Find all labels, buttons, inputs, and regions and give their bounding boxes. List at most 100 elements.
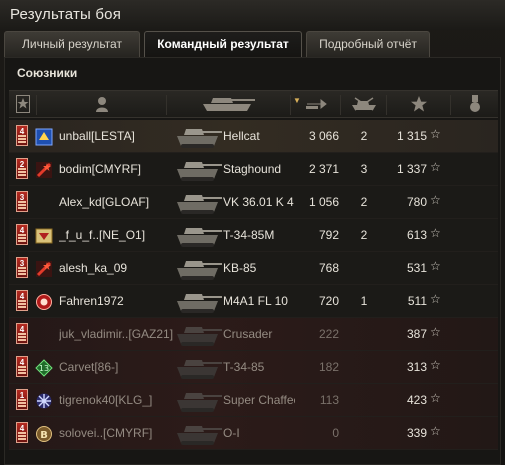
table-row[interactable]: 1 tigrenok40[KLG_] Super Chaffee 113 423 ☆: [9, 384, 498, 417]
green-13-emblem-icon: 13: [35, 359, 53, 377]
rank-stripe: [18, 207, 26, 209]
table-row[interactable]: 4 _f_u_f..[NE_O1] T-34-85M 792 2 613 ☆: [9, 219, 498, 252]
xp-star-icon: ☆: [430, 160, 441, 174]
lesta-emblem-icon: [35, 128, 53, 146]
tab-team-result[interactable]: Командный результат: [144, 31, 302, 57]
table-header: ▼: [9, 90, 498, 118]
column-vehicle[interactable]: [167, 95, 291, 115]
damage-value: 0: [332, 426, 339, 440]
player-name[interactable]: _f_u_f..[NE_O1]: [59, 228, 177, 242]
table-row[interactable]: 4 juk_vladimir..[GAZ21] Crusader 222 387 ☆: [9, 318, 498, 351]
tank-silhouette-icon: [174, 421, 224, 448]
rank-badge-icon: 4: [16, 323, 28, 344]
allies-title: Союзники: [17, 66, 78, 80]
rank-stripe: [18, 135, 26, 137]
red-star-emblem-icon: [35, 161, 53, 179]
player-name[interactable]: tigrenok40[KLG_]: [59, 393, 177, 407]
rank-badge-icon: 4: [16, 125, 28, 146]
player-name[interactable]: Carvet[86-]: [59, 360, 177, 374]
medal-icon: [469, 95, 480, 112]
tank-silhouette-icon: [174, 124, 224, 151]
tank-silhouette-icon: [174, 223, 224, 250]
vehicle-name: Hellcat: [223, 129, 260, 143]
rank-stripe: [18, 405, 26, 407]
column-kills[interactable]: [341, 95, 387, 115]
damage-value: 113: [319, 393, 339, 407]
rank-stripe: [18, 399, 26, 401]
xp-value: 613: [406, 228, 427, 242]
red-star-emblem-icon: [35, 260, 53, 278]
player-name[interactable]: solovei..[CMYRF]: [59, 426, 177, 440]
bronze-b-emblem-icon: B: [35, 425, 53, 443]
rank-stripe: [18, 141, 26, 143]
rank-stripe: [18, 336, 26, 338]
rank-stripe: [18, 369, 26, 371]
rank-stripe: [18, 402, 26, 404]
rank-stripe: [18, 201, 26, 203]
vehicle-name: T-34-85M: [223, 228, 275, 242]
table-row[interactable]: 4 Bsolovei..[CMYRF] O-I 0 339 ☆: [9, 417, 498, 450]
player-name[interactable]: Alex_kd[GLOAF]: [59, 195, 177, 209]
gerb-emblem-icon: [35, 227, 53, 245]
kills-value: 1: [360, 294, 368, 308]
xp-star-icon: ☆: [430, 259, 441, 273]
rank-badge-icon: 1: [16, 389, 28, 410]
clan-emblem-empty: [35, 326, 53, 344]
xp-star-icon: ☆: [430, 325, 441, 339]
player-name[interactable]: alesh_ka_09: [59, 261, 177, 275]
xp-value: 531: [406, 261, 427, 275]
player-name[interactable]: juk_vladimir..[GAZ21]: [59, 327, 177, 341]
xp-value: 780: [406, 195, 427, 209]
vehicle-name: Crusader: [223, 327, 273, 341]
damage-shell-icon: [305, 98, 327, 110]
rank-star-icon: [15, 95, 30, 113]
tab-detailed-report[interactable]: Подробный отчёт: [306, 31, 430, 57]
sort-desc-icon: ▼: [293, 96, 301, 105]
rank-stripe: [18, 372, 26, 374]
tank-silhouette-icon: [174, 355, 224, 382]
xp-star-icon: ☆: [430, 358, 441, 372]
destroyed-tank-icon: [351, 97, 376, 111]
column-medal[interactable]: [451, 95, 498, 115]
rank-stripe: [18, 273, 26, 275]
rank-stripe: [18, 237, 26, 239]
tank-silhouette-icon: [174, 157, 224, 184]
damage-value: 182: [318, 360, 339, 374]
tab-personal-result[interactable]: Личный результат: [4, 31, 140, 57]
tank-silhouette-icon: [174, 322, 224, 349]
xp-value: 387: [406, 327, 427, 341]
column-rank[interactable]: [9, 95, 37, 115]
column-damage[interactable]: ▼: [291, 95, 341, 115]
player-silhouette-icon: [95, 97, 108, 112]
damage-value: 768: [318, 261, 339, 275]
table-row[interactable]: 4 unball[LESTA] Hellcat 3 066 2 1 315 ☆: [9, 120, 498, 153]
table-row[interactable]: 2 bodim[CMYRF] Staghound 2 371 3 1 337 ☆: [9, 153, 498, 186]
rank-badge-icon: 3: [16, 191, 28, 212]
rank-stripe: [18, 138, 26, 140]
xp-value: 511: [407, 294, 427, 308]
tank-silhouette-icon: [174, 289, 224, 316]
tank-silhouette-icon: [174, 190, 224, 217]
player-name[interactable]: Fahren1972: [59, 294, 177, 308]
damage-value: 720: [318, 294, 339, 308]
column-player[interactable]: [37, 95, 167, 115]
rank-stripe: [18, 204, 26, 206]
vehicle-name: VK 36.01 K 4: [223, 195, 294, 209]
vehicle-name: M4A1 FL 10: [223, 294, 288, 308]
table-row[interactable]: 4 13 Carvet[86-] T-34-85 182 313 ☆: [9, 351, 498, 384]
rank-stripe: [18, 339, 26, 341]
player-name[interactable]: bodim[CMYRF]: [59, 162, 177, 176]
table-row[interactable]: 3 Alex_kd[GLOAF] VK 36.01 K 4 1 056 2 780 ☆: [9, 186, 498, 219]
rank-badge-icon: 3: [16, 257, 28, 278]
rank-badge-icon: 2: [16, 158, 28, 179]
rank-stripe: [18, 168, 26, 170]
column-xp[interactable]: [387, 95, 451, 115]
rank-stripe: [18, 303, 26, 305]
rank-badge-icon: 4: [16, 356, 28, 377]
table-row[interactable]: 4 Fahren1972 M4A1 FL 10 720 1 511 ☆: [9, 285, 498, 318]
xp-value: 423: [406, 393, 427, 407]
player-name[interactable]: unball[LESTA]: [59, 129, 177, 143]
rank-badge-icon: 4: [16, 224, 28, 245]
rank-stripe: [18, 174, 26, 176]
table-row[interactable]: 3 alesh_ka_09 KB-85 768 531 ☆: [9, 252, 498, 285]
